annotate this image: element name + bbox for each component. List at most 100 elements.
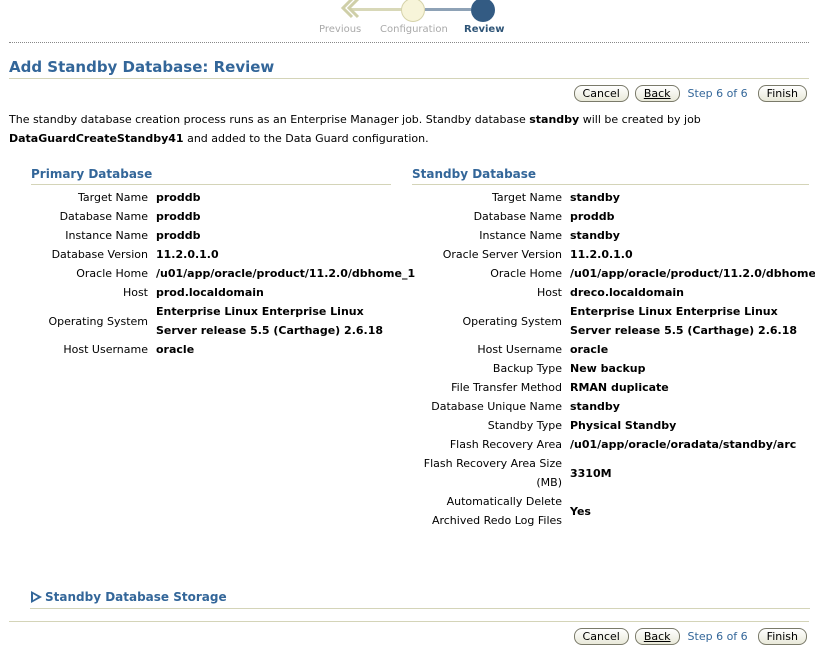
description: The standby database creation process ru…: [9, 110, 799, 148]
detail-row: Flash Recovery Area Size (MB) 3310M: [412, 454, 810, 492]
detail-label: Database Version: [51, 248, 148, 261]
back-button[interactable]: Back: [634, 628, 680, 645]
detail-row: Backup Type New backup: [412, 359, 810, 378]
step-previous-label[interactable]: Previous: [319, 24, 361, 35]
back-button-label: Back: [643, 630, 671, 643]
detail-value: New backup: [570, 362, 646, 375]
detail-label: Operating System: [462, 314, 562, 328]
title-divider: [9, 78, 809, 79]
detail-row: Oracle Home/u01/app/oracle/product/11.2.…: [412, 264, 815, 283]
detail-label: Database Name: [59, 210, 148, 223]
top-button-bar: Cancel Back Step 6 of 6 Finish: [573, 85, 807, 102]
train-divider: [9, 42, 809, 43]
detail-value: /u01/app/oracle/product/11.2.0/dbhome_1: [156, 267, 416, 280]
detail-value: Yes: [570, 504, 591, 518]
step-configuration-label[interactable]: Configuration: [380, 24, 448, 35]
detail-row: Operating System Enterprise Linux Enterpr…: [412, 302, 810, 340]
detail-label: Flash Recovery Area Size (MB): [423, 457, 562, 489]
detail-label: Flash Recovery Area: [449, 438, 562, 451]
detail-value: prod.localdomain: [156, 286, 264, 299]
progress-train: Previous Configuration Review: [300, 0, 530, 40]
detail-row: Instance Name standby: [412, 226, 810, 245]
detail-value: proddb: [570, 210, 615, 223]
step-configuration-icon[interactable]: [401, 0, 425, 22]
detail-value: proddb: [156, 210, 201, 223]
description-text: will be created by job: [579, 113, 701, 126]
step-indicator: Step 6 of 6: [687, 87, 748, 100]
detail-value: oracle: [156, 343, 195, 356]
detail-value: standby: [570, 400, 620, 413]
detail-value: standby: [570, 191, 620, 204]
back-button-label: Back: [643, 87, 671, 100]
description-text: The standby database creation process ru…: [9, 113, 530, 126]
description-job-name: DataGuardCreateStandby41: [9, 132, 184, 145]
detail-label: Host: [122, 286, 148, 299]
detail-row: Oracle Home/u01/app/oracle/product/11.2.…: [31, 264, 416, 283]
standby-storage-label: Standby Database Storage: [45, 590, 227, 604]
detail-label: Host Username: [477, 343, 562, 356]
detail-row: Oracle Server Version 11.2.0.1.0: [412, 245, 810, 264]
detail-label: Host Username: [63, 343, 148, 356]
detail-row: Database Name proddb: [412, 207, 810, 226]
finish-button[interactable]: Finish: [757, 628, 807, 645]
train-connector: [425, 8, 471, 11]
detail-row: Target Name standby: [412, 188, 810, 207]
detail-label: File Transfer Method: [451, 381, 562, 394]
detail-value: 11.2.0.1.0: [156, 248, 219, 261]
description-db-name: standby: [529, 113, 580, 126]
previous-arrow-icon[interactable]: [338, 0, 362, 21]
step-review-label: Review: [464, 24, 505, 35]
page-title: Add Standby Database: Review: [9, 58, 275, 76]
detail-label: Oracle Home: [490, 267, 562, 280]
standby-storage-toggle[interactable]: Standby Database Storage: [30, 590, 227, 604]
detail-row: Database Version 11.2.0.1.0: [31, 245, 396, 264]
detail-label: Oracle Server Version: [442, 248, 562, 261]
detail-value: proddb: [156, 229, 201, 242]
step-indicator: Step 6 of 6: [687, 630, 748, 643]
detail-value: 3310M: [570, 466, 612, 480]
detail-value: 11.2.0.1.0: [570, 248, 633, 261]
detail-row: Host dreco.localdomain: [412, 283, 810, 302]
detail-label: Oracle Home: [76, 267, 148, 280]
detail-value: Physical Standby: [570, 419, 677, 432]
detail-row: Standby Type Physical Standby: [412, 416, 810, 435]
detail-value: RMAN duplicate: [570, 381, 669, 394]
standby-details: Target Name standby Database Name proddb Ins…: [412, 188, 815, 530]
detail-label: Operating System: [48, 314, 148, 328]
detail-row: Operating System Enterprise Linux Enterpr…: [31, 302, 396, 340]
detail-label: Target Name: [492, 191, 562, 204]
storage-divider: [30, 608, 810, 609]
detail-row: File Transfer Method RMAN duplicate: [412, 378, 810, 397]
detail-label: Standby Type: [487, 419, 562, 432]
bottom-divider: [9, 621, 809, 622]
cancel-button[interactable]: Cancel: [573, 85, 629, 102]
finish-button[interactable]: Finish: [757, 85, 807, 102]
detail-label: Instance Name: [479, 229, 562, 242]
primary-divider: [31, 184, 391, 185]
detail-value: Enterprise Linux Enterprise Linux Server…: [156, 305, 384, 337]
cancel-button[interactable]: Cancel: [573, 628, 629, 645]
detail-row: Target Name proddb: [31, 188, 396, 207]
description-text: and added to the Data Guard configuratio…: [183, 132, 429, 145]
detail-value: /u01/app/oracle/product/11.2.0/dbhome_1: [570, 267, 815, 280]
detail-value: dreco.localdomain: [570, 286, 684, 299]
bottom-button-bar: Cancel Back Step 6 of 6 Finish: [573, 628, 807, 645]
back-button[interactable]: Back: [634, 85, 680, 102]
primary-heading: Primary Database: [31, 167, 153, 181]
detail-label: Target Name: [78, 191, 148, 204]
standby-heading: Standby Database: [412, 167, 537, 181]
expand-triangle-icon: [31, 591, 42, 603]
detail-row: Flash Recovery Area/u01/app/oracle/orada…: [412, 435, 810, 454]
detail-label: Automatically Delete Archived Redo Log F…: [431, 495, 562, 527]
detail-value: standby: [570, 229, 620, 242]
detail-row: Automatically Delete Archived Redo Log F…: [412, 492, 810, 530]
detail-row: Instance Name proddb: [31, 226, 396, 245]
detail-row: Host Username oracle: [31, 340, 396, 359]
detail-row: Host prod.localdomain: [31, 283, 396, 302]
detail-row: Database Unique Name standby: [412, 397, 810, 416]
detail-row: Database Name proddb: [31, 207, 396, 226]
detail-value: oracle: [570, 343, 609, 356]
detail-label: Backup Type: [492, 362, 562, 375]
detail-value: /u01/app/oracle/oradata/standby/arc: [570, 438, 797, 451]
detail-row: Host Username oracle: [412, 340, 810, 359]
